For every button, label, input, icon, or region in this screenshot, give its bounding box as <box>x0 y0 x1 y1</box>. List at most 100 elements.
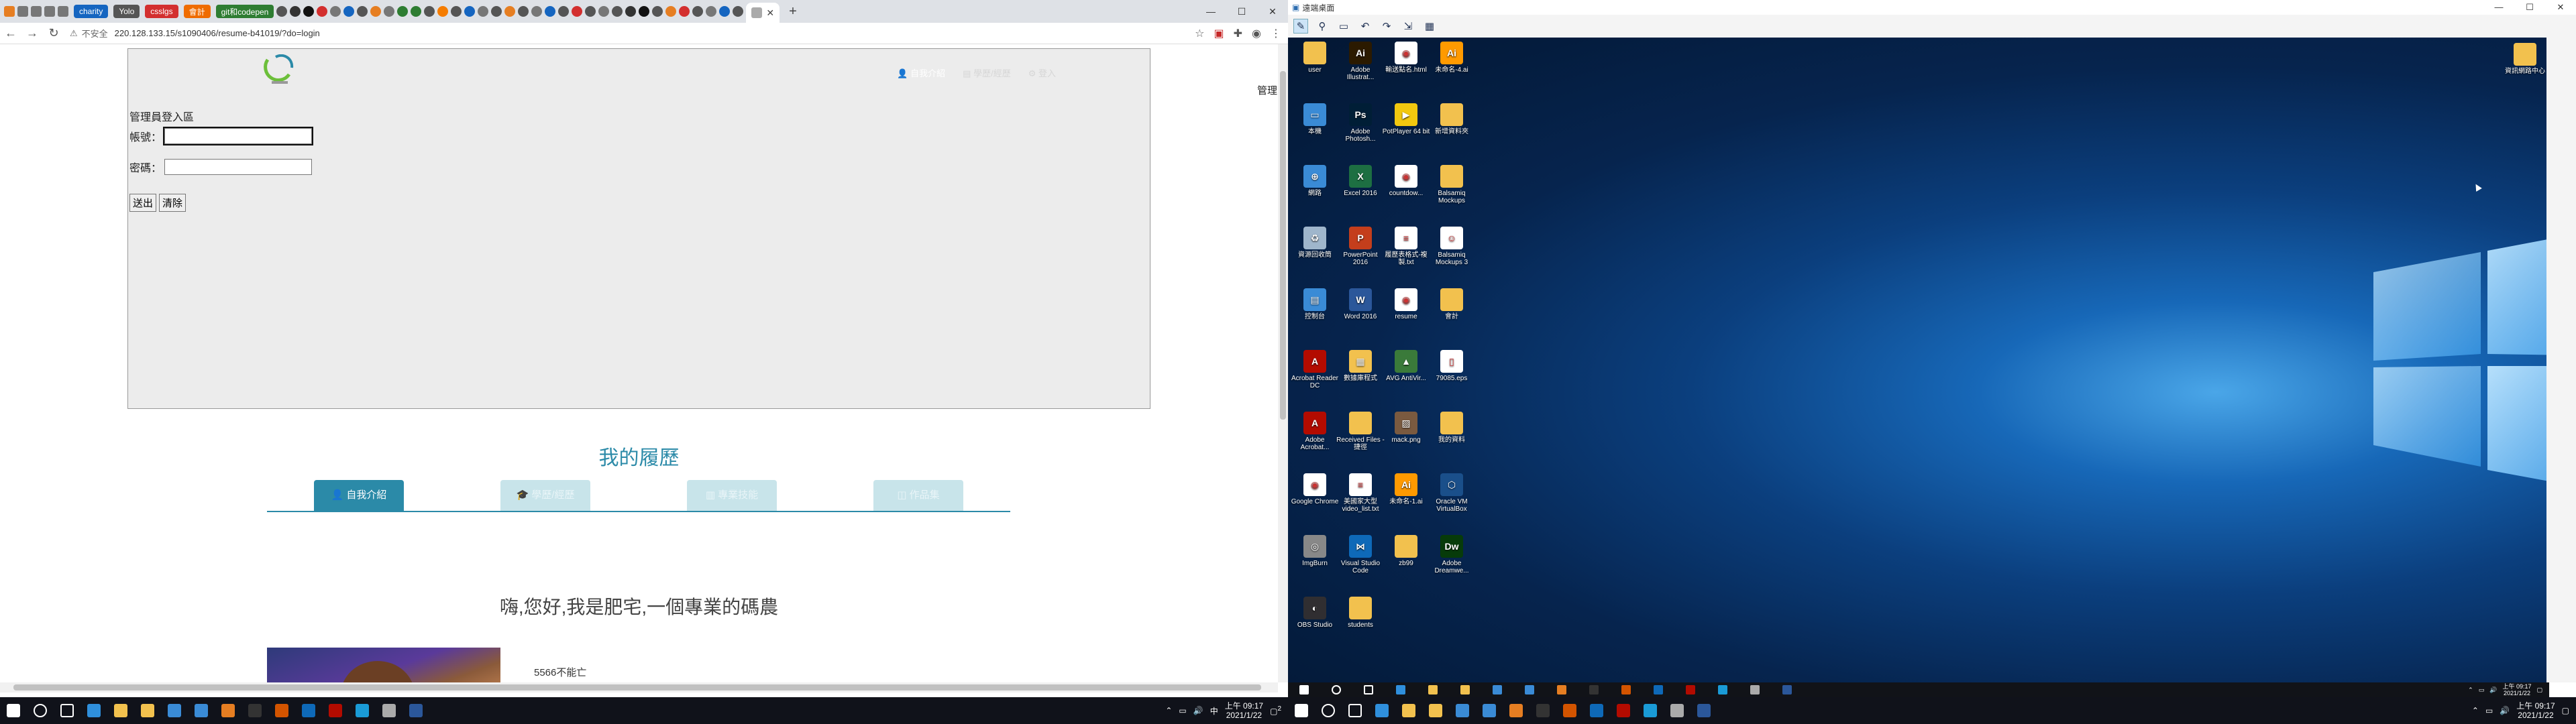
clear-button[interactable]: 清除 <box>159 194 186 212</box>
notification-icon[interactable]: ▢ <box>2536 686 2542 694</box>
back-icon[interactable]: ← <box>0 26 21 40</box>
word-icon[interactable] <box>1690 697 1717 724</box>
filezilla-icon[interactable] <box>322 697 349 724</box>
vscode-icon[interactable] <box>1642 682 1674 697</box>
desktop-icon[interactable]: Received Files - 捷徑 <box>1336 412 1385 451</box>
pinned-tab[interactable] <box>665 3 677 20</box>
mail-icon[interactable] <box>1476 697 1503 724</box>
app-icon[interactable] <box>1546 682 1578 697</box>
settings-icon[interactable] <box>1664 697 1690 724</box>
settings-icon[interactable] <box>1739 682 1771 697</box>
bookmark-star-icon[interactable]: ☆ <box>1195 27 1204 40</box>
minimize-button[interactable]: — <box>2483 0 2514 15</box>
tab-csslgs[interactable]: csslgs <box>145 5 178 18</box>
task-view-icon[interactable] <box>54 697 80 724</box>
pinned-tab[interactable] <box>411 3 422 20</box>
forward-icon[interactable]: → <box>21 26 43 40</box>
edge-icon[interactable] <box>1385 682 1417 697</box>
pinned-tab[interactable] <box>303 3 315 20</box>
word-icon[interactable] <box>1771 682 1803 697</box>
desktop-icon[interactable]: ☺ Balsamiq Mockups 3 <box>1428 227 1476 266</box>
pinned-tab[interactable] <box>357 3 368 20</box>
pinned-tab[interactable] <box>290 3 301 20</box>
desktop-icon[interactable]: ◉ 輸送點名.html <box>1382 42 1430 74</box>
desktop-icon[interactable]: ◉ resume <box>1382 288 1430 320</box>
desktop-icon[interactable]: Balsamiq Mockups <box>1428 165 1476 204</box>
chrome-icon[interactable] <box>1395 697 1422 724</box>
word-icon[interactable] <box>402 697 429 724</box>
desktop-icon[interactable]: 我的資料 <box>1428 412 1476 444</box>
mail-icon[interactable] <box>188 697 215 724</box>
search-icon[interactable] <box>27 697 54 724</box>
pinned-tab[interactable] <box>4 3 15 20</box>
windows-icon[interactable] <box>1288 682 1320 697</box>
notification-icon[interactable]: ▢ <box>2562 706 2569 715</box>
snip-icon[interactable] <box>268 697 295 724</box>
desktop-icon[interactable]: W Word 2016 <box>1336 288 1385 320</box>
desktop-icon[interactable]: ▦ 數據庫程式 <box>1336 350 1385 382</box>
side-manage-label[interactable]: 管理 <box>1257 83 1277 97</box>
pinned-tab[interactable] <box>612 3 623 20</box>
clock[interactable]: 上午 09:17 2021/1/22 <box>1225 701 1263 720</box>
desktop-icon[interactable]: ≡ 美國家大型 video_list.txt <box>1336 473 1385 513</box>
redo-icon[interactable]: ↷ <box>1379 19 1394 34</box>
desktop-icon[interactable]: A Adobe Acrobat... <box>1291 412 1339 451</box>
task-view-icon[interactable] <box>1342 697 1368 724</box>
screen-tool-icon[interactable]: ▭ <box>1336 19 1351 34</box>
desktop-icon[interactable]: ◉ Google Chrome <box>1291 473 1339 505</box>
pinned-tab[interactable] <box>464 3 476 20</box>
pinned-tab[interactable] <box>733 3 744 20</box>
close-window-button[interactable]: ✕ <box>2545 0 2576 15</box>
pinned-tab[interactable] <box>330 3 341 20</box>
pinned-tab[interactable] <box>44 3 55 20</box>
tab-git-codepen[interactable]: git和codepen <box>215 5 274 18</box>
edge-icon[interactable] <box>80 697 107 724</box>
explorer-icon[interactable] <box>134 697 161 724</box>
pinned-tab[interactable] <box>692 3 704 20</box>
pinned-tab[interactable] <box>384 3 395 20</box>
pinned-tab[interactable] <box>17 3 28 20</box>
password-input[interactable] <box>164 159 313 175</box>
display-icon[interactable]: ▦ <box>1422 19 1437 34</box>
pinned-tab[interactable] <box>652 3 663 20</box>
app2-icon[interactable] <box>1707 682 1739 697</box>
pinned-tab[interactable] <box>639 3 650 20</box>
scroll-thumb[interactable] <box>1280 71 1286 420</box>
clock[interactable]: 上午 09:17 2021/1/22 <box>2502 683 2531 697</box>
pinned-tab[interactable] <box>572 3 583 20</box>
app2-icon[interactable] <box>1637 697 1664 724</box>
pinned-tab[interactable] <box>719 3 731 20</box>
desktop-icon[interactable]: ≡ 履歷表格式-複製.txt <box>1382 227 1430 266</box>
desktop-icon[interactable]: zb99 <box>1382 535 1430 567</box>
zoom-tool-icon[interactable]: ⚲ <box>1315 19 1330 34</box>
desktop-icon[interactable]: Ai 未命名-4.ai <box>1428 42 1476 74</box>
extensions-icon[interactable]: ✚ <box>1234 27 1242 40</box>
minimize-button[interactable]: — <box>1195 0 1226 23</box>
desktop-icon[interactable]: ▲ AVG AntiVir... <box>1382 350 1430 382</box>
explorer-icon[interactable] <box>1449 682 1481 697</box>
close-window-button[interactable]: ✕ <box>1257 0 1288 23</box>
pinned-tab[interactable] <box>437 3 449 20</box>
desktop-icon[interactable]: Ai 未命名-1.ai <box>1382 473 1430 505</box>
url-text[interactable]: 220.128.133.15/s1090406/resume-b41019/?d… <box>115 28 320 38</box>
desktop-icon[interactable]: P PowerPoint 2016 <box>1336 227 1385 266</box>
desktop-icon[interactable]: ▨ mack.png <box>1382 412 1430 444</box>
maximize-button[interactable]: ☐ <box>2514 0 2545 15</box>
clock[interactable]: 上午 09:17 2021/1/22 <box>2516 701 2555 720</box>
windows-icon[interactable] <box>1288 697 1315 724</box>
pinned-tab[interactable] <box>491 3 502 20</box>
pinned-tab[interactable] <box>531 3 543 20</box>
desktop-icon[interactable]: 會計 <box>1428 288 1476 320</box>
vscode-icon[interactable] <box>1583 697 1610 724</box>
desktop-icon[interactable]: Ps Adobe Photosh... <box>1336 103 1385 143</box>
explorer-icon[interactable] <box>1422 697 1449 724</box>
pinned-tab[interactable] <box>598 3 610 20</box>
volume-icon[interactable]: 🔊 <box>2489 686 2497 694</box>
filezilla-icon[interactable] <box>1674 682 1707 697</box>
maximize-button[interactable]: ☐ <box>1226 0 1257 23</box>
app-icon[interactable] <box>215 697 241 724</box>
ime-icon[interactable]: 中 <box>1210 705 1218 717</box>
account-input[interactable] <box>163 127 314 145</box>
terminal-icon[interactable] <box>1578 682 1610 697</box>
menu-icon[interactable]: ⋮ <box>1271 27 1281 40</box>
